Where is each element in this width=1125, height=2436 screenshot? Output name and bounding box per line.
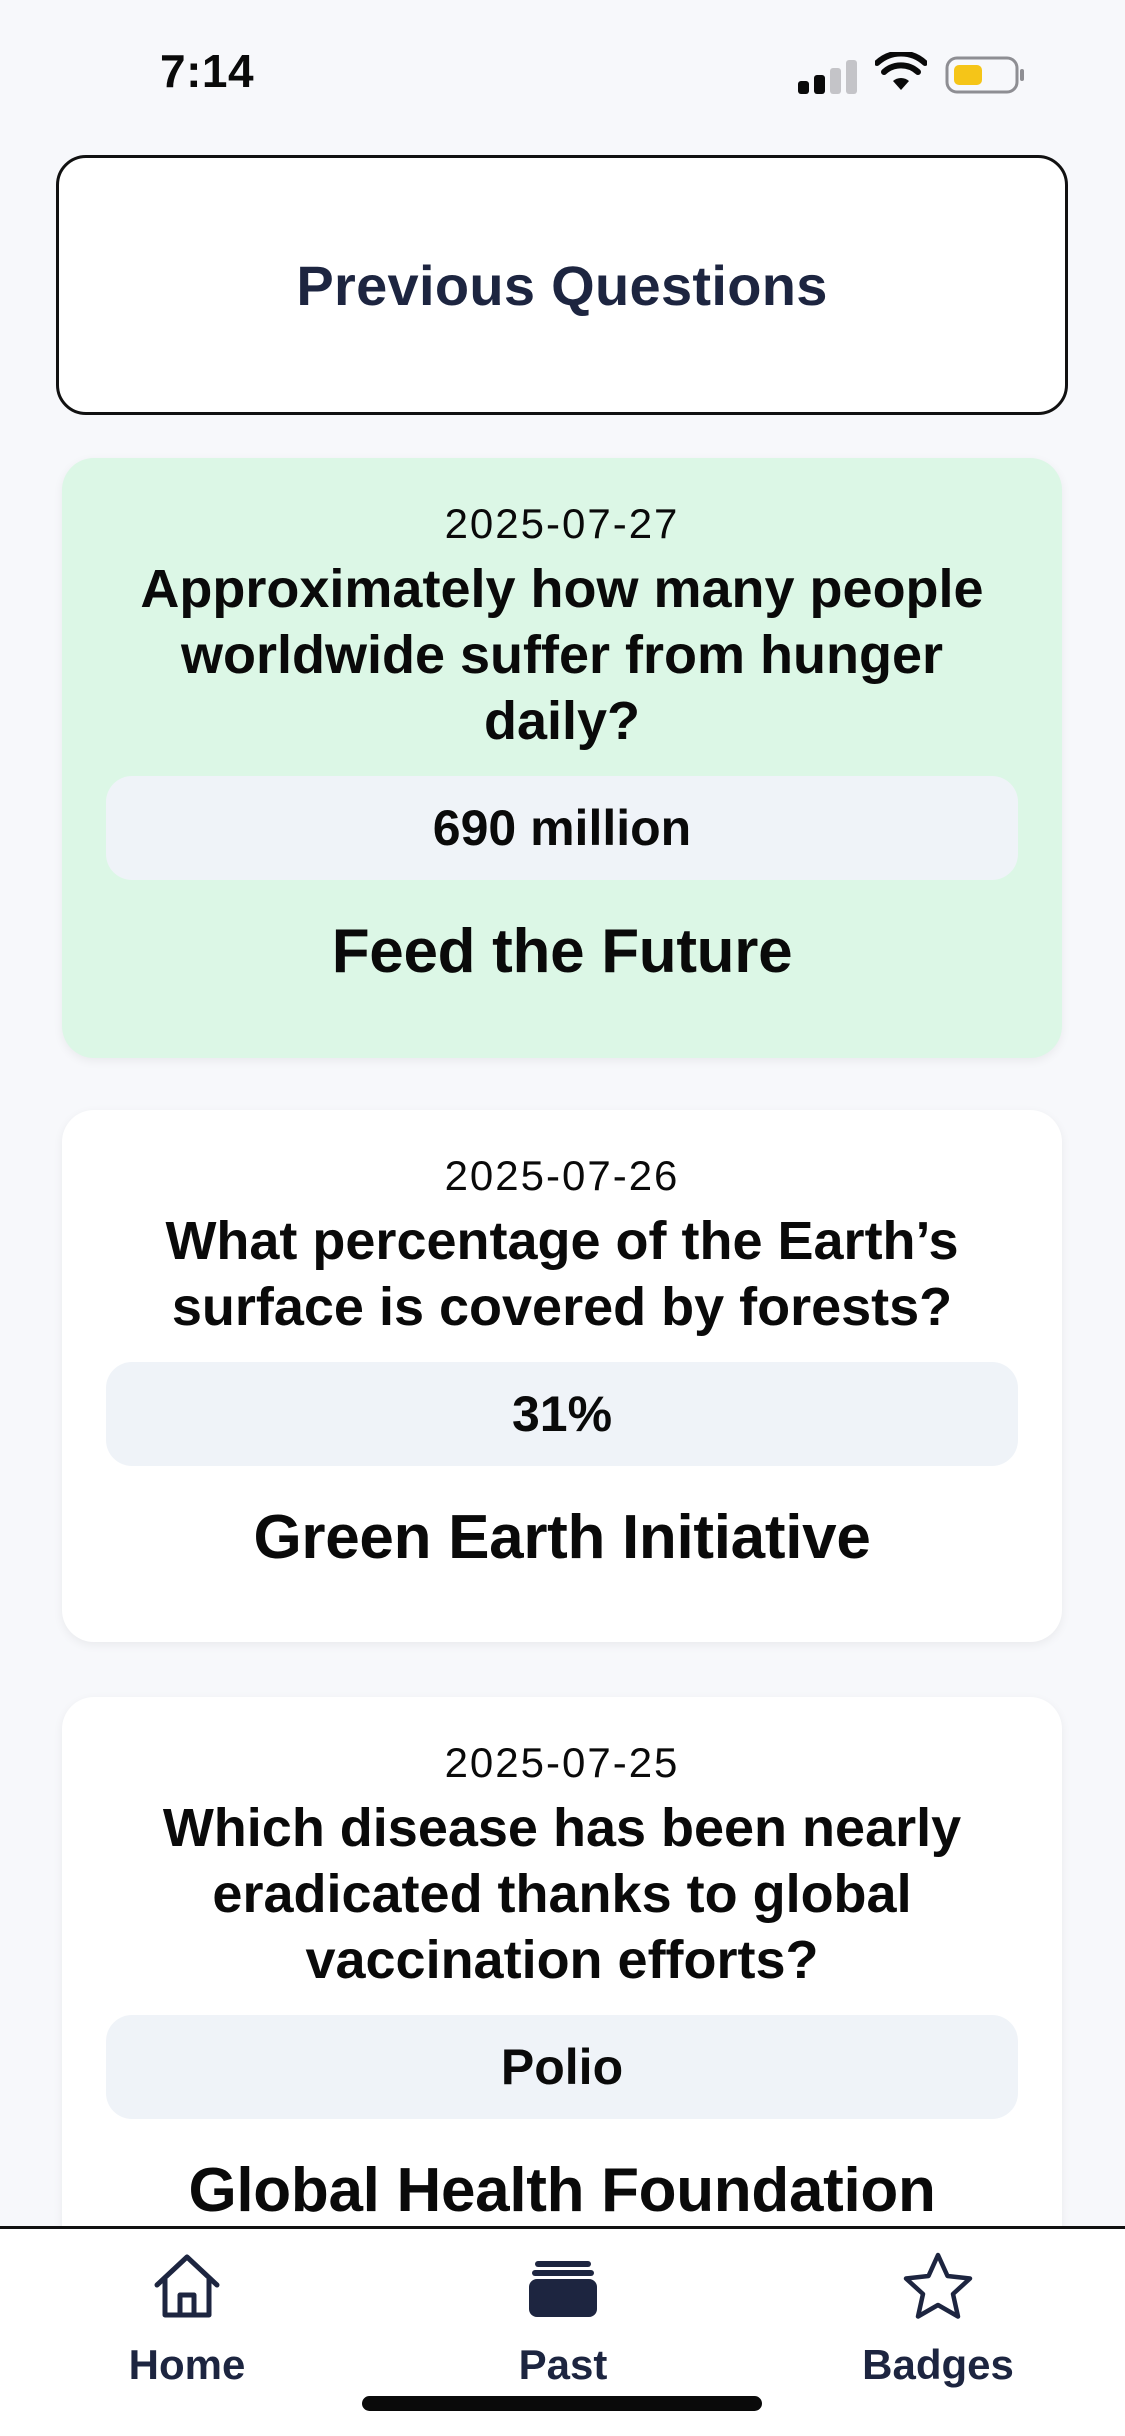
answer-pill: Polio <box>106 2015 1018 2119</box>
question-date: 2025-07-26 <box>444 1152 680 1199</box>
organization-name: Green Earth Initiative <box>253 1503 871 1572</box>
question-text: Approximately how many people worldwide … <box>140 559 984 751</box>
header-card: Previous Questions <box>56 155 1068 415</box>
question-text: Which disease has been nearly eradicated… <box>162 1798 962 1990</box>
question-card[interactable]: 2025-07-26 What percentage of the Earth’… <box>62 1110 1062 1642</box>
house-icon <box>154 2254 220 2318</box>
tab-label: Past <box>518 2341 608 2388</box>
tab-label: Home <box>128 2341 246 2388</box>
past-questions-screen: 7:14 Previous Questions 2025-07-27 Appro… <box>0 0 1125 2436</box>
stack-icon <box>529 2261 597 2317</box>
question-card[interactable]: 2025-07-27 Approximately how many people… <box>62 458 1062 1058</box>
organization-name: Feed the Future <box>331 917 793 986</box>
question-date: 2025-07-25 <box>444 1739 680 1786</box>
tab-badges[interactable]: Badges <box>818 2247 1058 2389</box>
answer-pill: 31% <box>106 1362 1018 1466</box>
tab-past[interactable]: Past <box>443 2247 683 2389</box>
status-bar: 7:14 <box>0 0 1125 150</box>
organization-name: Global Health Foundation <box>188 2156 936 2225</box>
answer-pill: 690 million <box>106 776 1018 880</box>
home-indicator[interactable] <box>362 2396 762 2411</box>
tab-label: Badges <box>862 2341 1014 2388</box>
question-card[interactable]: 2025-07-25 Which disease has been nearly… <box>62 1697 1062 2297</box>
question-date: 2025-07-27 <box>444 500 680 547</box>
battery-icon <box>945 56 1024 94</box>
question-text: What percentage of the Earth’s surface i… <box>165 1211 959 1337</box>
status-time: 7:14 <box>160 45 255 97</box>
tab-home[interactable]: Home <box>67 2247 307 2389</box>
page-title: Previous Questions <box>296 253 828 317</box>
cellular-signal-icon <box>798 58 858 94</box>
wifi-icon <box>875 52 927 90</box>
star-icon <box>903 2252 973 2319</box>
